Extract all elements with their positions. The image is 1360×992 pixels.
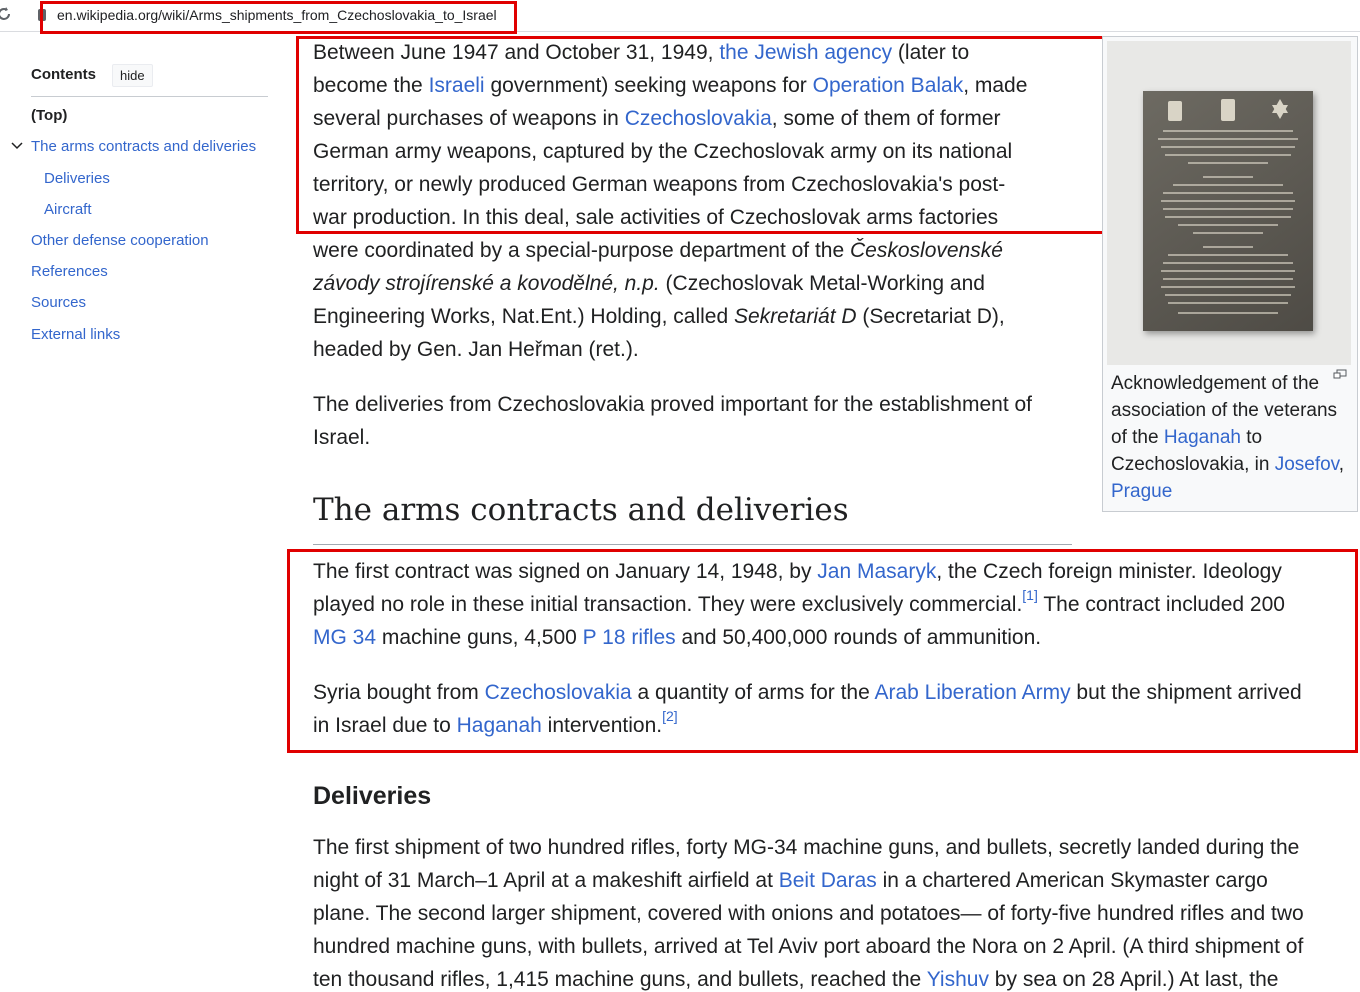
link-arab-liberation-army[interactable]: Arab Liberation Army [874, 681, 1070, 704]
link-prague[interactable]: Prague [1111, 481, 1172, 502]
toc-item-top[interactable]: (Top) [31, 107, 67, 124]
text-span: a quantity of arms for the [631, 681, 875, 704]
intro-line-10: headed by Gen. Jan Heřman (ret.). [313, 338, 639, 361]
arms-p2-line-2: in Israel due to Haganah intervention.[2… [313, 709, 678, 738]
toc-header: Contents hide [31, 64, 268, 97]
text-span: night of 31 March–1 April at a makeshift… [313, 869, 779, 892]
text-span: (Secretariat D), [856, 305, 1005, 328]
link-p18-rifles[interactable]: P 18 rifles [583, 626, 676, 649]
text-span: government) seeking weapons for [484, 74, 813, 97]
url-highlight-box [40, 1, 517, 34]
text-span: and 50,400,000 rounds of ammunition. [675, 626, 1042, 649]
text-span: but the shipment arrived [1070, 681, 1302, 704]
figure-caption: Acknowledgement of the association of th… [1111, 370, 1349, 505]
link-jewish-agency[interactable]: the Jewish agency [719, 41, 892, 64]
italic-text: Sekretariát D [733, 305, 857, 328]
deliveries-line-1: The first shipment of two hundred rifles… [313, 836, 1300, 859]
text-span: intervention. [541, 714, 663, 737]
link-czechoslovakia-2[interactable]: Czechoslovakia [485, 681, 632, 704]
text-span: (later to [892, 41, 970, 64]
reload-icon[interactable] [0, 4, 14, 24]
text-span: , some of them of former [771, 107, 1001, 130]
arms-p1-line-2: played no role in these initial transact… [313, 588, 1285, 617]
deliveries-line-4: hundred machine guns, with bullets, arri… [313, 935, 1304, 958]
link-czechoslovakia[interactable]: Czechoslovakia [625, 107, 772, 130]
plaque-engraving-icon [1158, 99, 1298, 314]
intro-line-5: territory, or newly produced German weap… [313, 173, 1006, 196]
text-span: by sea on 28 April.) At last, the [988, 968, 1279, 991]
link-haganah-caption[interactable]: Haganah [1164, 427, 1241, 448]
text-span: , the Czech foreign minister. Ideology [936, 560, 1282, 583]
reference-1-link[interactable]: [1] [1022, 587, 1038, 603]
text-span: , [1338, 454, 1345, 475]
plaque-image[interactable] [1107, 41, 1351, 365]
link-israeli[interactable]: Israeli [429, 74, 485, 97]
intro-p2-line-2: Israel. [313, 426, 371, 449]
toc-item-deliveries[interactable]: Deliveries [44, 170, 110, 187]
toc-item-external-links[interactable]: External links [31, 326, 120, 343]
text-span: in Israel due to [313, 714, 457, 737]
chevron-down-icon[interactable] [11, 140, 23, 152]
intro-line-7: were coordinated by a special-purpose de… [313, 239, 1003, 263]
arms-p2-line-1: Syria bought from Czechoslovakia a quant… [313, 681, 1302, 705]
toc-title: Contents [31, 66, 96, 83]
link-jan-masaryk[interactable]: Jan Masaryk [817, 560, 936, 583]
figure-thumbnail: Acknowledgement of the association of th… [1102, 36, 1358, 512]
text-span: The contract included 200 [1037, 593, 1285, 616]
link-haganah[interactable]: Haganah [457, 714, 542, 737]
italic-text: Československé [850, 239, 1003, 262]
reference-2-link[interactable]: [2] [662, 708, 678, 724]
intro-line-1: Between June 1947 and October 31, 1949, … [313, 41, 969, 65]
section-heading-arms-contracts: The arms contracts and deliveries [313, 492, 1072, 545]
text-span: several purchases of weapons in [313, 107, 625, 130]
link-mg-34[interactable]: MG 34 [313, 626, 376, 649]
text-span: (Czechoslovak Metal-Working and [659, 272, 985, 295]
intro-line-4: German army weapons, captured by the Cze… [313, 140, 1013, 163]
intro-line-6: war production. In this deal, sale activ… [313, 206, 999, 229]
table-of-contents: Contents hide (Top) The arms contracts a… [0, 36, 290, 981]
toc-item-other-defense[interactable]: Other defense cooperation [31, 232, 209, 249]
italic-text: závody strojírenské a kovodělné, n.p. [313, 272, 660, 295]
link-josefov[interactable]: Josefov [1275, 454, 1339, 475]
text-span: machine guns, 4,500 [376, 626, 583, 649]
text-span: , made [963, 74, 1028, 97]
link-beit-daras[interactable]: Beit Daras [779, 869, 877, 892]
link-operation-balak[interactable]: Operation Balak [813, 74, 964, 97]
deliveries-line-2: night of 31 March–1 April at a makeshift… [313, 869, 1268, 893]
intro-line-9: Engineering Works, Nat.Ent.) Holding, ca… [313, 305, 1005, 329]
intro-p2-line-1: The deliveries from Czechoslovakia prove… [313, 393, 1033, 416]
intro-highlight-box [296, 36, 1105, 234]
text-span: ten thousand rifles, 1,415 machine guns,… [313, 968, 927, 991]
text-span: Between June 1947 and October 31, 1949, [313, 41, 720, 64]
text-span: Engineering Works, Nat.Ent.) Holding, ca… [313, 305, 734, 328]
toc-item-references[interactable]: References [31, 263, 108, 280]
arms-p1-line-1: The first contract was signed on January… [313, 560, 1282, 584]
memorial-plaque [1143, 91, 1313, 331]
toc-item-arms-contracts[interactable]: The arms contracts and deliveries [31, 138, 256, 155]
deliveries-line-5: ten thousand rifles, 1,415 machine guns,… [313, 968, 1278, 992]
toc-item-aircraft[interactable]: Aircraft [44, 201, 92, 218]
deliveries-line-3: plane. The second larger shipment, cover… [313, 902, 1304, 925]
section-heading-deliveries: Deliveries [313, 782, 432, 810]
text-span: The first contract was signed on January… [313, 560, 818, 583]
intro-line-2: become the Israeli government) seeking w… [313, 74, 1027, 98]
intro-line-8: závody strojírenské a kovodělné, n.p. (C… [313, 272, 985, 296]
arms-p1-line-3: MG 34 machine guns, 4,500 P 18 rifles an… [313, 626, 1041, 650]
text-span: in a chartered American Skymaster cargo [876, 869, 1268, 892]
toc-hide-button[interactable]: hide [112, 64, 153, 87]
intro-line-3: several purchases of weapons in Czechosl… [313, 107, 1001, 131]
text-span: were coordinated by a special-purpose de… [313, 239, 850, 262]
link-yishuv[interactable]: Yishuv [927, 968, 989, 991]
text-span: become the [313, 74, 429, 97]
text-span: Syria bought from [313, 681, 485, 704]
text-span: played no role in these initial transact… [313, 593, 1023, 616]
toc-item-sources[interactable]: Sources [31, 294, 86, 311]
